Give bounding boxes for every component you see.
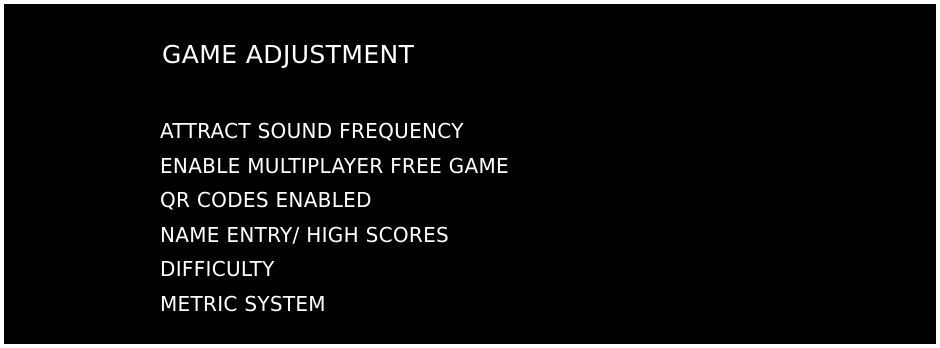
- menu-item-attract-sound-frequency[interactable]: ATTRACT SOUND FREQUENCY: [160, 117, 509, 152]
- adjustment-menu: ATTRACT SOUND FREQUENCY ENABLE MULTIPLAY…: [160, 117, 509, 325]
- page-title: GAME ADJUSTMENT: [162, 40, 415, 69]
- menu-item-name-entry-high-scores[interactable]: NAME ENTRY/ HIGH SCORES: [160, 221, 509, 256]
- menu-item-qr-codes-enabled[interactable]: QR CODES ENABLED: [160, 186, 509, 221]
- menu-item-metric-system[interactable]: METRIC SYSTEM: [160, 290, 509, 325]
- game-adjustment-screen: GAME ADJUSTMENT ATTRACT SOUND FREQUENCY …: [4, 4, 936, 344]
- menu-item-difficulty[interactable]: DIFFICULTY: [160, 255, 509, 290]
- menu-item-enable-multiplayer-free-game[interactable]: ENABLE MULTIPLAYER FREE GAME: [160, 152, 509, 187]
